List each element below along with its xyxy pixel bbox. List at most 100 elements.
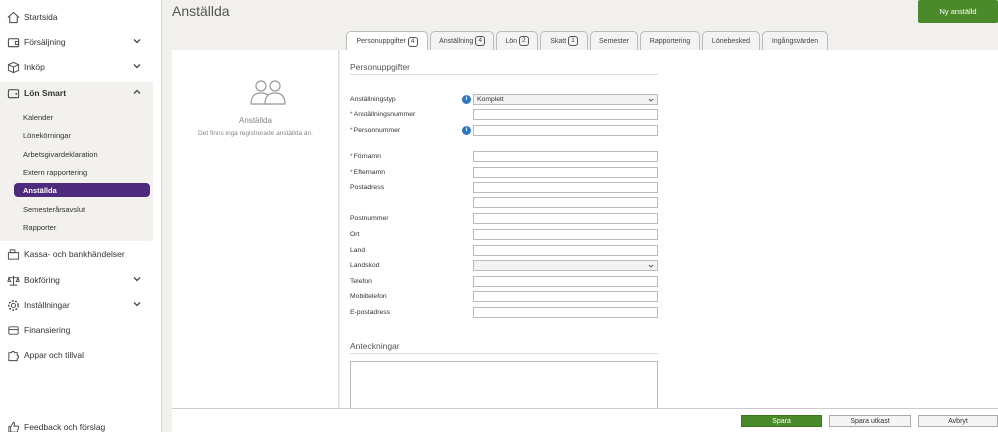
sidebar-item-appar[interactable]: Appar och tillval [0, 344, 160, 366]
tab-semester[interactable]: Semester [590, 31, 638, 50]
sidebar: Startsida Försäljning Inköp Lön Smart Ka… [0, 0, 162, 432]
required-marker: * [350, 111, 353, 118]
field-label: Land [350, 247, 366, 254]
sidebar-item-bokforing[interactable]: Bokföring [0, 269, 160, 291]
box-icon [6, 60, 20, 74]
field-label: Telefon [350, 278, 372, 285]
tab-label: Anställning [439, 37, 474, 45]
cancel-button[interactable]: Avbryt [918, 415, 998, 427]
employee-number-input[interactable] [473, 109, 658, 120]
country-input[interactable] [473, 245, 658, 256]
chevron-down-icon [133, 64, 141, 69]
empty-state-text: Det finns inga registrerade anställda än… [198, 130, 313, 137]
field-label-text: Förnamn [353, 153, 381, 160]
puzzle-icon [6, 348, 20, 362]
field-label: Postadress [350, 184, 385, 191]
employment-type-select[interactable]: Komplett [473, 94, 658, 105]
tab-badge: 4 [475, 36, 485, 46]
sidebar-item-installningar[interactable]: Inställningar [0, 294, 160, 316]
new-employee-button[interactable]: Ny anställd [918, 0, 998, 23]
info-icon[interactable]: i [462, 95, 471, 104]
section-divider [350, 74, 658, 75]
phone-input[interactable] [473, 276, 658, 287]
field-label: *Anställningsnummer [350, 109, 415, 120]
field-label-text: Anställningsnummer [353, 111, 416, 118]
sidebar-item-label: Lön Smart [24, 88, 67, 98]
save-button[interactable]: Spara [741, 415, 822, 427]
users-icon [250, 80, 286, 105]
employee-form: Personuppgifter Anställningstyp i Komple… [340, 50, 998, 409]
postal-code-input[interactable] [473, 213, 658, 224]
sidebar-subitem-arbetsgivardeklaration[interactable]: Arbetsgivardeklaration [14, 147, 150, 161]
chevron-down-icon [648, 264, 654, 268]
field-label: Ort [350, 231, 360, 238]
personal-number-input[interactable] [473, 125, 658, 136]
tab-ingangsvarden[interactable]: Ingångsvärden [762, 31, 828, 50]
gear-icon [6, 298, 20, 312]
sidebar-item-forsaljning[interactable]: Försäljning [0, 31, 160, 53]
mobile-phone-input[interactable] [473, 291, 658, 302]
sidebar-item-label: Feedback och förslag [24, 422, 106, 432]
address-line1-input[interactable] [473, 182, 658, 193]
tab-lonebesked[interactable]: Lönebesked [702, 31, 760, 50]
required-marker: * [350, 127, 353, 134]
sidebar-subitem-rapporter[interactable]: Rapporter [14, 220, 150, 234]
field-label-text: Efternamn [353, 169, 386, 176]
sidebar-item-inkop[interactable]: Inköp [0, 56, 160, 78]
sidebar-subitem-anstallda[interactable]: Anställda [14, 183, 150, 197]
sidebar-subitem-kalender[interactable]: Kalender [14, 110, 150, 124]
tab-label: Rapportering [649, 37, 691, 45]
thumbs-up-icon [6, 420, 20, 432]
tab-label: Semester [599, 37, 629, 45]
footer-bar: Spara Spara utkast Avbryt [172, 408, 998, 432]
tab-rapportering[interactable]: Rapportering [640, 31, 700, 50]
sidebar-item-label: Försäljning [24, 37, 66, 47]
chevron-down-icon [133, 277, 141, 282]
country-code-select[interactable] [473, 260, 658, 271]
first-name-input[interactable] [473, 151, 658, 162]
coin-icon [6, 323, 20, 337]
sidebar-subitem-lonekorningar[interactable]: Lönekörningar [14, 128, 150, 142]
scale-icon [6, 273, 20, 287]
wallet-icon [6, 86, 20, 100]
field-label: Landskod [350, 262, 380, 269]
sidebar-subitem-extern-rapportering[interactable]: Extern rapportering [14, 165, 150, 179]
lon-smart-submenu: Lön Smart Kalender Lönekörningar Arbetsg… [0, 82, 153, 241]
sidebar-item-label: Inställningar [24, 300, 70, 310]
sidebar-item-label: Bokföring [24, 275, 60, 285]
address-line2-input[interactable] [473, 197, 658, 208]
tab-lon[interactable]: Lön 2 [496, 31, 538, 50]
tab-label: Lönebesked [711, 37, 751, 45]
employment-type-value: Komplett [477, 96, 504, 103]
sidebar-item-feedback[interactable]: Feedback och förslag [0, 416, 160, 432]
tab-skatt[interactable]: Skatt 1 [540, 31, 588, 50]
field-label-text: Personnummer [353, 127, 401, 134]
email-input[interactable] [473, 307, 658, 318]
tab-badge: 4 [407, 36, 418, 47]
empty-state-title: Anställda [239, 116, 272, 125]
sidebar-item-label: Finansiering [24, 325, 71, 335]
tab-anstallning[interactable]: Anställning 4 [430, 31, 494, 50]
sidebar-item-label: Appar och tillval [24, 350, 85, 360]
info-icon[interactable]: i [462, 126, 471, 135]
chevron-down-icon [133, 39, 141, 44]
employee-list-panel: Anställda Det finns inga registrerade an… [172, 50, 339, 408]
tab-personuppgifter[interactable]: Personuppgifter 4 [346, 31, 428, 51]
section-title-personuppgifter: Personuppgifter [350, 62, 411, 72]
field-label: *Personnummer [350, 125, 400, 136]
sidebar-subitem-semesterarsavslut[interactable]: Semesterårsavslut [14, 202, 150, 216]
sidebar-item-finansiering[interactable]: Finansiering [0, 319, 160, 341]
sidebar-item-lon-smart[interactable]: Lön Smart [0, 82, 153, 104]
last-name-input[interactable] [473, 167, 658, 178]
notes-textarea[interactable] [350, 361, 658, 409]
field-label: Anställningstyp [350, 96, 396, 103]
field-label: Postnummer [350, 215, 389, 222]
tab-label: Ingångsvärden [771, 37, 819, 45]
sidebar-item-label: Kassa- och bankhändelser [24, 249, 125, 259]
city-input[interactable] [473, 229, 658, 240]
sidebar-item-kassa[interactable]: Kassa- och bankhändelser [0, 243, 160, 265]
save-draft-button[interactable]: Spara utkast [829, 415, 911, 427]
sidebar-item-startsida[interactable]: Startsida [0, 6, 160, 28]
tab-badge: 1 [568, 36, 578, 46]
tab-label: Skatt [550, 37, 567, 45]
